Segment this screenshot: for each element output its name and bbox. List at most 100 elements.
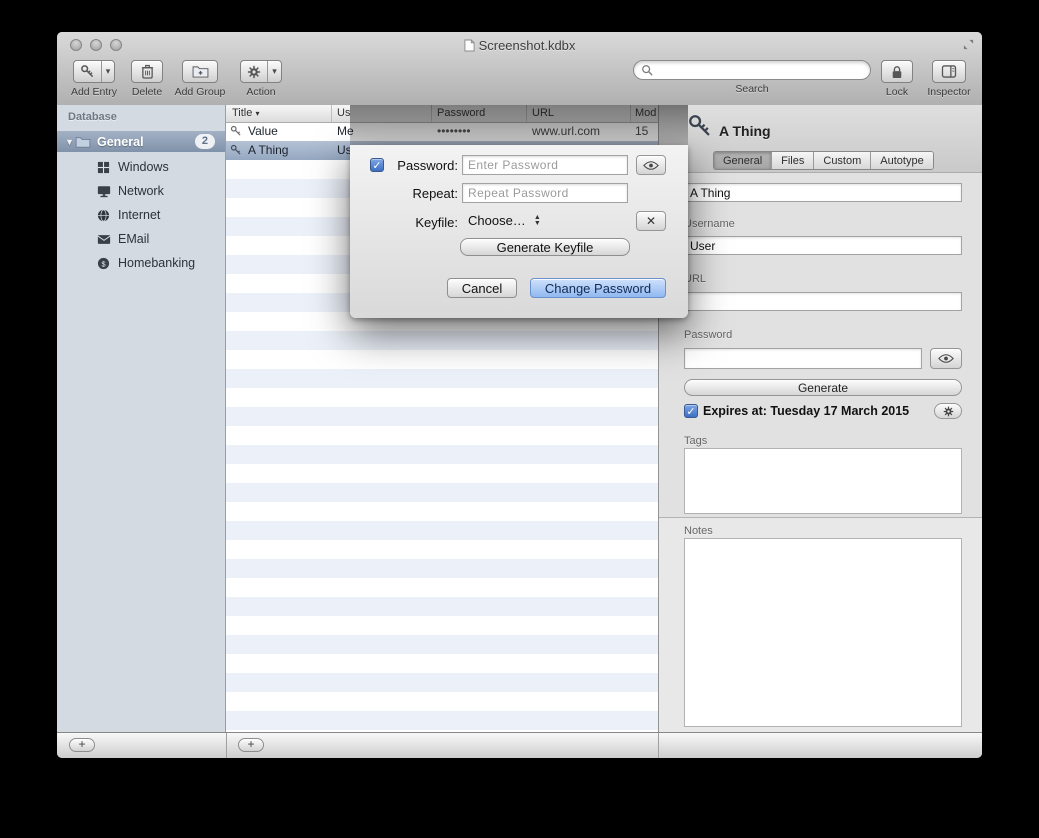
notes-section: Notes bbox=[659, 517, 982, 732]
group-sidebar: Database ▼ General 2 Windows Network bbox=[57, 105, 226, 732]
dialog-password-input[interactable] bbox=[462, 155, 628, 175]
fullscreen-icon[interactable] bbox=[963, 39, 974, 50]
key-plus-icon bbox=[74, 61, 101, 82]
notes-field[interactable] bbox=[684, 538, 962, 727]
trash-icon bbox=[141, 64, 154, 79]
lock-group: Lock bbox=[879, 60, 915, 98]
lock-button[interactable] bbox=[881, 60, 913, 83]
dialog-keyfile-label: Keyfile: bbox=[386, 215, 458, 230]
delete-button[interactable] bbox=[131, 60, 163, 83]
folder-plus-icon bbox=[192, 65, 209, 78]
reveal-password-button[interactable] bbox=[930, 348, 962, 369]
search-group: Search bbox=[632, 60, 872, 95]
search-icon bbox=[641, 64, 653, 76]
expires-options-button[interactable] bbox=[934, 403, 962, 419]
sidebar-item-network[interactable]: Network bbox=[57, 179, 225, 203]
action-label: Action bbox=[246, 86, 275, 98]
url-field[interactable] bbox=[684, 292, 962, 311]
expires-text: Expires at: Tuesday 17 March 2015 bbox=[703, 404, 909, 418]
sidebar-item-label: EMail bbox=[118, 232, 149, 246]
username-label: Username bbox=[684, 218, 735, 230]
chevron-down-icon[interactable]: ▾ bbox=[101, 61, 115, 82]
inspector-toggle-button[interactable] bbox=[932, 60, 966, 83]
lock-label: Lock bbox=[886, 86, 908, 98]
inspector-tabs: General Files Custom Autotype bbox=[713, 151, 934, 170]
clear-keyfile-button[interactable]: ✕ bbox=[636, 211, 666, 231]
sidebar-item-email[interactable]: EMail bbox=[57, 227, 225, 251]
sidebar-group-general[interactable]: ▼ General 2 bbox=[57, 131, 225, 152]
generate-keyfile-button[interactable]: Generate Keyfile bbox=[460, 238, 630, 256]
coin-icon: $ bbox=[97, 257, 112, 270]
entry-title: Value bbox=[248, 124, 278, 138]
sidebar-item-label: Homebanking bbox=[118, 256, 195, 270]
password-label: Password bbox=[684, 329, 732, 341]
entry-title: A Thing bbox=[248, 143, 288, 157]
sidebar-item-internet[interactable]: Internet bbox=[57, 203, 225, 227]
inspector-entry-title: A Thing bbox=[719, 123, 771, 139]
column-header-username[interactable]: Us bbox=[337, 107, 350, 119]
group-label: General bbox=[97, 135, 144, 149]
tab-general[interactable]: General bbox=[714, 152, 771, 169]
window-header: Screenshot.kdbx ▾ Add Entry bbox=[57, 32, 982, 106]
gear-icon bbox=[943, 406, 954, 417]
sidebar-item-windows[interactable]: Windows bbox=[57, 155, 225, 179]
add-group-button[interactable] bbox=[182, 60, 218, 83]
action-button[interactable]: ▾ bbox=[240, 60, 282, 83]
action-group: ▾ Action bbox=[236, 60, 286, 98]
generate-password-button[interactable]: Generate bbox=[684, 379, 962, 396]
sheet-shadow bbox=[350, 105, 688, 145]
sidebar-item-homebanking[interactable]: $ Homebanking bbox=[57, 251, 225, 275]
eye-icon bbox=[938, 354, 954, 363]
column-header-title[interactable]: Title ▾ bbox=[232, 107, 259, 119]
database-section-header: Database bbox=[68, 111, 117, 123]
password-field[interactable] bbox=[684, 348, 922, 369]
search-label: Search bbox=[735, 83, 768, 95]
expires-row: ✓ Expires at: Tuesday 17 March 2015 bbox=[684, 404, 909, 418]
expires-checkbox[interactable]: ✓ bbox=[684, 404, 698, 418]
add-group-label: Add Group bbox=[175, 86, 226, 98]
password-enable-checkbox[interactable]: ✓ bbox=[370, 158, 384, 172]
group-count-badge: 2 bbox=[195, 134, 215, 149]
sidebar-item-label: Network bbox=[118, 184, 164, 198]
close-x-icon: ✕ bbox=[646, 214, 656, 228]
window-title: Screenshot.kdbx bbox=[57, 38, 982, 53]
add-entry-button[interactable]: ▾ bbox=[73, 60, 116, 83]
add-group-group: Add Group bbox=[170, 60, 230, 98]
delete-label: Delete bbox=[132, 86, 162, 98]
window-footer: + + bbox=[57, 732, 982, 758]
notes-label: Notes bbox=[684, 525, 713, 537]
tab-autotype[interactable]: Autotype bbox=[870, 152, 932, 169]
change-password-dialog: ✓ Password: Repeat: Keyfile: Choose… ▲▼ … bbox=[350, 145, 688, 318]
add-entry-footer-button[interactable]: + bbox=[238, 738, 264, 752]
gear-icon bbox=[241, 61, 267, 82]
title-field[interactable] bbox=[684, 183, 962, 202]
dialog-repeat-input[interactable] bbox=[462, 183, 628, 203]
entry-key-icon bbox=[687, 113, 713, 139]
key-icon bbox=[230, 144, 242, 156]
tab-custom[interactable]: Custom bbox=[813, 152, 870, 169]
search-input[interactable] bbox=[633, 60, 871, 80]
inspector-panel-icon bbox=[941, 65, 957, 78]
keyfile-popup[interactable]: Choose… ▲▼ bbox=[468, 213, 541, 228]
windows-icon bbox=[97, 161, 112, 174]
inspector-header: A Thing General Files Custom Autotype bbox=[659, 105, 982, 173]
monitor-icon bbox=[97, 185, 112, 198]
change-password-button[interactable]: Change Password bbox=[530, 278, 666, 298]
tags-field[interactable] bbox=[684, 448, 962, 514]
add-group-footer-button[interactable]: + bbox=[69, 738, 95, 752]
inspector-toggle-group: Inspector bbox=[923, 60, 975, 98]
inspector-panel: A Thing General Files Custom Autotype Us… bbox=[658, 105, 982, 732]
tags-label: Tags bbox=[684, 435, 707, 447]
key-icon bbox=[230, 125, 242, 137]
cancel-button[interactable]: Cancel bbox=[447, 278, 517, 298]
add-entry-label: Add Entry bbox=[71, 86, 117, 98]
envelope-icon bbox=[97, 234, 112, 245]
folder-icon bbox=[75, 136, 91, 148]
tab-files[interactable]: Files bbox=[771, 152, 813, 169]
desktop-background: Screenshot.kdbx ▾ Add Entry bbox=[0, 0, 1039, 838]
disclosure-triangle-icon[interactable]: ▼ bbox=[65, 137, 75, 147]
chevron-down-icon[interactable]: ▾ bbox=[267, 61, 281, 82]
delete-group: Delete bbox=[129, 60, 165, 98]
username-field[interactable] bbox=[684, 236, 962, 255]
dialog-reveal-password-button[interactable] bbox=[636, 155, 666, 175]
